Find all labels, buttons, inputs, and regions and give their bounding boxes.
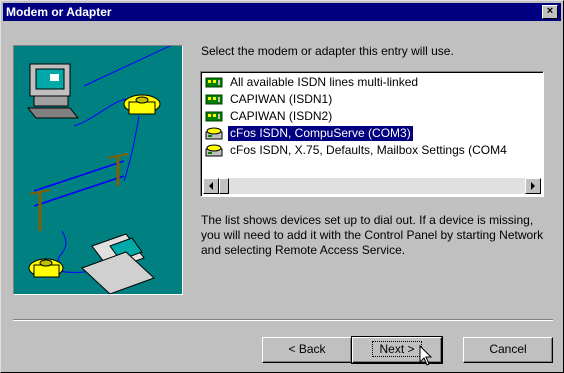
list-item[interactable]: CAPIWAN (ISDN2) (203, 108, 541, 125)
modem-network-illustration (26, 43, 175, 295)
list-item-label: CAPIWAN (ISDN2) (230, 109, 333, 123)
title-bar: Modem or Adapter × (3, 3, 561, 21)
back-button-label: < Back (288, 342, 326, 356)
isdn-card-icon (205, 76, 223, 89)
scroll-right-button[interactable] (525, 178, 541, 194)
info-text: The list shows devices set up to dial ou… (201, 213, 544, 257)
modem-adapter-dialog: Modem or Adapter × Select the modem or a… (0, 0, 564, 373)
scrollbar-thumb[interactable] (219, 178, 229, 194)
arrow-left-icon (209, 182, 213, 190)
divider (13, 319, 553, 321)
instruction-text: Select the modem or adapter this entry w… (201, 44, 454, 58)
isdn-card-icon (205, 93, 223, 106)
list-item[interactable]: CAPIWAN (ISDN1) (203, 91, 541, 108)
back-button[interactable]: < Back (262, 337, 352, 363)
horizontal-scrollbar[interactable] (203, 178, 541, 194)
list-item-label: cFos ISDN, X.75, Defaults, Mailbox Setti… (230, 143, 507, 157)
next-button-label: Next > (372, 341, 422, 357)
close-icon: × (546, 5, 554, 17)
list-item[interactable]: cFos ISDN, CompuServe (COM3) (203, 125, 541, 142)
isdn-card-icon (205, 110, 223, 123)
list-item-label: cFos ISDN, CompuServe (COM3) (228, 126, 413, 141)
scroll-left-button[interactable] (203, 178, 219, 194)
arrow-right-icon (531, 182, 535, 190)
list-item-label: CAPIWAN (ISDN1) (230, 92, 333, 106)
close-button[interactable]: × (542, 5, 558, 19)
dialog-title: Modem or Adapter (6, 5, 112, 19)
modem-phone-icon (205, 144, 223, 157)
device-listbox[interactable]: All available ISDN lines multi-linked CAP… (200, 71, 544, 197)
list-item[interactable]: cFos ISDN, X.75, Defaults, Mailbox Setti… (203, 142, 541, 159)
mouse-cursor-icon (419, 345, 433, 366)
list-item-label: All available ISDN lines multi-linked (230, 75, 419, 89)
list-item[interactable]: All available ISDN lines multi-linked (203, 74, 541, 91)
modem-phone-icon (205, 127, 223, 140)
cancel-button-label: Cancel (489, 342, 527, 356)
cancel-button[interactable]: Cancel (463, 337, 553, 363)
wizard-illustration (13, 43, 183, 295)
